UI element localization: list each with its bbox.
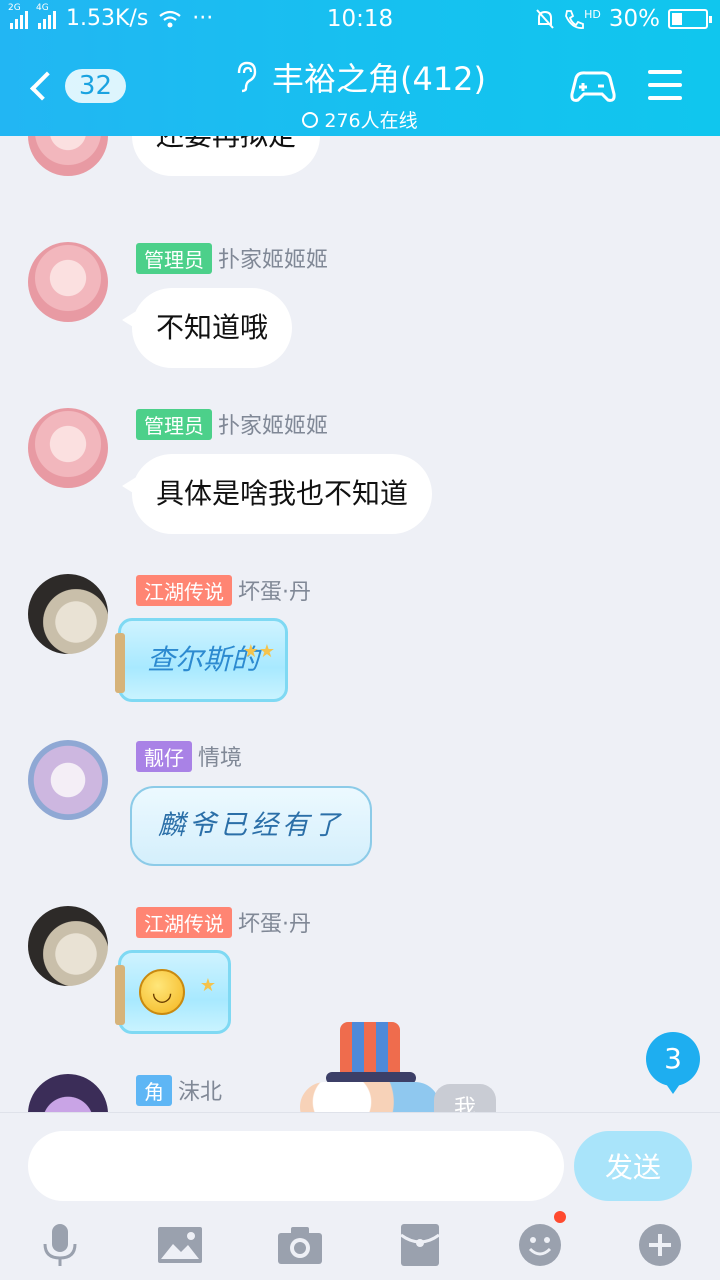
online-count: 276人在线	[324, 110, 418, 132]
avatar[interactable]	[28, 242, 108, 322]
avatar[interactable]	[28, 740, 108, 820]
avatar[interactable]	[28, 408, 108, 488]
new-messages-badge[interactable]: 3	[646, 1032, 700, 1094]
plus-icon[interactable]	[632, 1217, 688, 1273]
battery-percent: 30%	[608, 6, 660, 32]
smiley-face-icon: ◡	[139, 968, 185, 1015]
bell-muted-icon	[536, 9, 554, 29]
ear-icon	[237, 61, 257, 93]
input-toolbar	[0, 1211, 720, 1273]
send-button[interactable]: 发送	[574, 1131, 692, 1201]
microphone-icon[interactable]	[32, 1217, 88, 1273]
status-bar: 2G 4G 1.53K/s ··· 10:18 HD 30%	[0, 0, 720, 38]
member-badge: 管理员	[136, 242, 212, 274]
sender-name[interactable]: 坏蛋·丹	[238, 906, 311, 938]
battery-icon	[668, 9, 712, 29]
jar-cork	[115, 633, 125, 693]
online-status-icon	[302, 111, 319, 128]
message-bubble[interactable]: 不知道哦	[121, 288, 293, 368]
avatar[interactable]	[28, 1074, 108, 1112]
message-input[interactable]	[28, 1131, 564, 1201]
sender-name[interactable]: 情境	[198, 740, 242, 772]
emoji-icon[interactable]	[512, 1211, 568, 1273]
avatar[interactable]	[28, 136, 108, 176]
stars-icon: ★	[199, 975, 217, 996]
chat-header: 2G 4G 1.53K/s ··· 10:18 HD 30% 32 丰裕之角(4…	[0, 0, 720, 136]
stars-icon: ★★	[242, 641, 276, 662]
sender-name[interactable]: 扑家姬姬姬	[218, 408, 328, 440]
avatar[interactable]	[28, 574, 108, 654]
notification-dot	[554, 1211, 566, 1223]
input-area: 发送	[0, 1112, 720, 1280]
message-bubble[interactable]: 麟爷已经有了	[130, 786, 372, 866]
red-packet-icon[interactable]	[392, 1217, 448, 1273]
camera-icon[interactable]	[272, 1217, 328, 1273]
game-controller-icon[interactable]	[570, 66, 616, 106]
phone-icon	[565, 10, 585, 29]
jar-bubble[interactable]: 查尔斯的 ★★	[115, 618, 289, 702]
jar-bubble[interactable]: ◡ ★	[115, 950, 232, 1034]
hd-label: HD	[584, 8, 601, 21]
member-badge: 江湖传说	[136, 906, 232, 938]
member-badge: 靓仔	[136, 740, 192, 772]
member-badge: 江湖传说	[136, 574, 232, 606]
sender-name[interactable]: 坏蛋·丹	[238, 574, 311, 606]
top-hat-icon	[340, 1022, 400, 1076]
message-list[interactable]: 还要再拟定 管理员 扑家姬姬姬 不知道哦 管理员 扑家姬姬姬 具体是啥我也不知道…	[0, 136, 720, 1112]
page-title: 丰裕之角(412)	[271, 60, 487, 98]
member-badge: 角	[136, 1074, 172, 1106]
image-icon[interactable]	[152, 1217, 208, 1273]
menu-icon[interactable]	[648, 70, 682, 100]
jar-cork	[115, 965, 125, 1025]
message-bubble[interactable]: 具体是啥我也不知道	[121, 454, 433, 534]
avatar[interactable]	[28, 906, 108, 986]
sender-name[interactable]: 沫北	[178, 1074, 222, 1106]
member-badge: 管理员	[136, 408, 212, 440]
message-bubble[interactable]: 还要再拟定	[121, 136, 321, 176]
sender-name[interactable]: 扑家姬姬姬	[218, 242, 328, 274]
